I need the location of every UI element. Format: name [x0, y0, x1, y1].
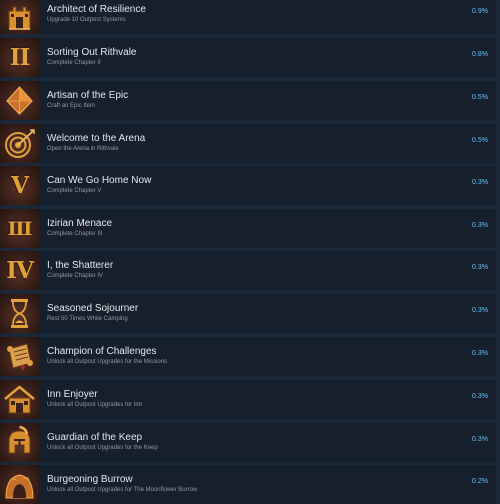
achievement-description: Unlock all Outpost Upgrades for the Keep	[47, 445, 158, 451]
achievement-row[interactable]: Seasoned Sojourner Rest 50 Times While Ca…	[0, 294, 496, 333]
unlock-percentage: 0.3%	[472, 307, 488, 314]
unlock-percentage: 0.3%	[472, 393, 488, 400]
achievement-description: Craft an Epic Item	[47, 103, 96, 109]
achievement-title: Welcome to the Arena	[47, 133, 146, 144]
achievement-title: Artisan of the Epic	[47, 90, 129, 101]
castle-icon	[0, 0, 39, 34]
achievement-title: Sorting Out Rithvale	[47, 47, 137, 58]
achievement-title: Can We Go Home Now	[47, 175, 152, 186]
roman-numeral-iv-icon: IV	[0, 251, 39, 290]
achievement-description: Unlock all Outpost Upgrades for the Miss…	[47, 359, 168, 365]
achievement-list: Architect of Resilience Upgrade 10 Outpos…	[0, 0, 500, 504]
unlock-percentage: 0.3%	[472, 179, 488, 186]
achievement-title: Guardian of the Keep	[47, 432, 143, 443]
scroll-icon	[0, 337, 39, 376]
achievement-title: Burgeoning Burrow	[47, 474, 133, 485]
achievement-description: Complete Chapter IV	[47, 273, 104, 279]
pyramid-icon	[0, 81, 39, 120]
roman-numeral-ii-icon: II	[0, 38, 39, 77]
achievement-description: Unlock all Outpost Upgrades for Inn	[47, 402, 143, 408]
icon-glyph: III	[7, 217, 33, 240]
burrow-icon	[0, 465, 39, 504]
achievement-description: Complete Chapter II	[47, 60, 101, 66]
achievement-row[interactable]: Welcome to the Arena Open the Arena in Ri…	[0, 124, 496, 163]
unlock-percentage: 0.5%	[472, 137, 488, 144]
helmet-icon	[0, 423, 39, 462]
achievement-title: Architect of Resilience	[47, 4, 146, 15]
achievement-description: Complete Chapter V	[47, 188, 102, 194]
house-icon	[0, 380, 39, 419]
achievement-row[interactable]: Inn Enjoyer Unlock all Outpost Upgrades f…	[0, 380, 496, 419]
unlock-percentage: 0.5%	[472, 94, 488, 101]
unlock-percentage: 0.3%	[472, 222, 488, 229]
achievement-row[interactable]: III Izirian Menace Complete Chapter III 0.3…	[0, 209, 496, 248]
icon-glyph: IV	[6, 257, 34, 284]
achievement-title: Seasoned Sojourner	[47, 303, 139, 314]
achievement-row[interactable]: II Sorting Out Rithvale Complete Chapter I…	[0, 38, 496, 77]
achievement-description: Rest 50 Times While Camping	[47, 316, 128, 322]
unlock-percentage: 0.3%	[472, 264, 488, 271]
unlock-percentage: 0.2%	[472, 478, 488, 485]
achievement-description: Open the Arena in Rithvale	[47, 146, 119, 152]
unlock-percentage: 0.3%	[472, 436, 488, 443]
roman-numeral-iii-icon: III	[0, 209, 39, 248]
achievement-description: Unlock all Outpost Upgrades for The Moon…	[47, 487, 198, 493]
achievement-row[interactable]: V Can We Go Home Now Complete Chapter V 0.3…	[0, 166, 496, 205]
icon-glyph: V	[11, 172, 29, 199]
unlock-percentage: 0.8%	[472, 51, 488, 58]
achievement-description: Complete Chapter III	[47, 231, 103, 237]
achievement-title: Inn Enjoyer	[47, 389, 98, 400]
achievement-row[interactable]: Artisan of the Epic Craft an Epic Item 0.5…	[0, 81, 496, 120]
unlock-percentage: 0.3%	[472, 350, 488, 357]
unlock-percentage: 0.9%	[472, 8, 488, 15]
achievement-title: Izirian Menace	[47, 218, 113, 229]
achievement-title: Champion of Challenges	[47, 346, 157, 357]
target-icon	[0, 124, 39, 163]
achievement-row[interactable]: Guardian of the Keep Unlock all Outpost U…	[0, 423, 496, 462]
roman-numeral-v-icon: V	[0, 166, 39, 205]
achievement-row[interactable]: Architect of Resilience Upgrade 10 Outpos…	[0, 0, 496, 34]
achievement-title: I, the Shatterer	[47, 260, 114, 271]
hourglass-icon	[0, 294, 39, 333]
achievement-row[interactable]: IV I, the Shatterer Complete Chapter IV 0.3…	[0, 251, 496, 290]
achievement-row[interactable]: Champion of Challenges Unlock all Outpost…	[0, 337, 496, 376]
achievement-description: Upgrade 10 Outpost Systems	[47, 17, 126, 23]
achievement-row[interactable]: Burgeoning Burrow Unlock all Outpost Upgr…	[0, 465, 496, 504]
icon-glyph: II	[9, 44, 31, 71]
